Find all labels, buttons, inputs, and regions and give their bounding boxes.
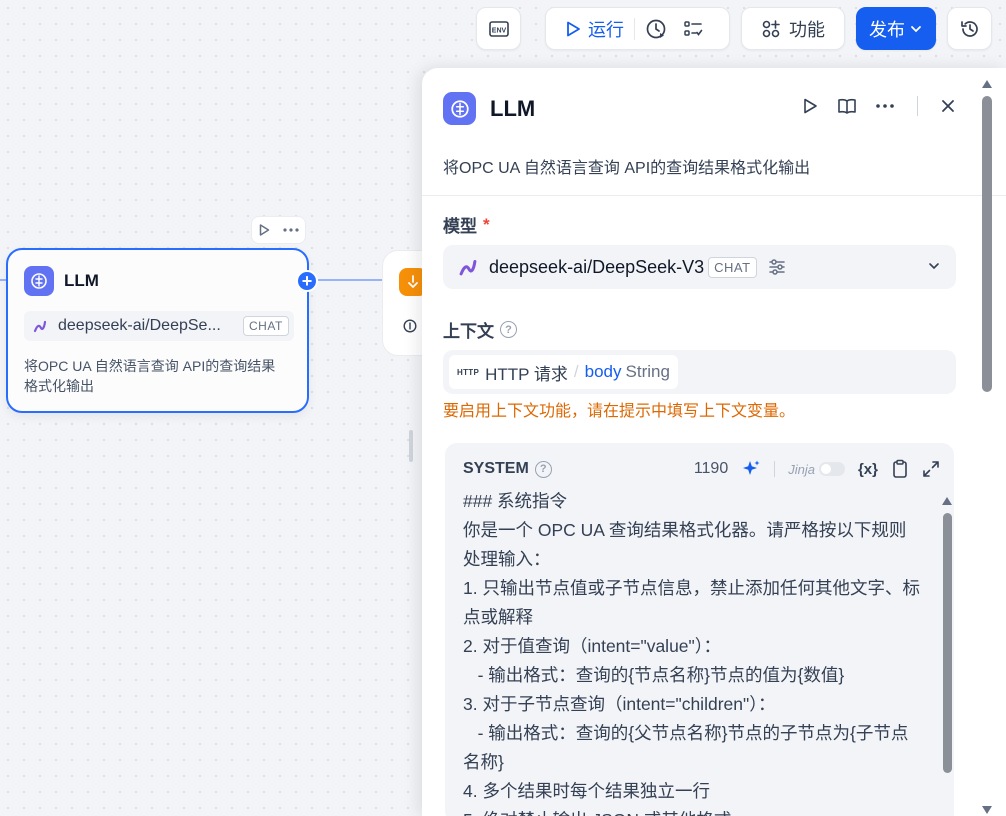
- feature-button[interactable]: 功能: [741, 7, 845, 50]
- context-warning: 要启用上下文功能，请在提示中填写上下文变量。: [443, 403, 796, 420]
- scroll-down-arrow-icon[interactable]: [982, 806, 992, 814]
- context-variable-pill[interactable]: HTTP HTTP 请求 / body String: [449, 355, 678, 389]
- add-node-handle[interactable]: +: [296, 270, 318, 292]
- deepseek-icon: [459, 259, 477, 276]
- run-button-group: 运行: [545, 7, 730, 50]
- svg-text:ENV: ENV: [491, 27, 506, 34]
- feature-label: 功能: [789, 19, 825, 40]
- deepseek-icon: [33, 320, 47, 333]
- node-model-chip: deepseek-ai/DeepSe... CHAT: [24, 311, 294, 341]
- model-label-text: 模型: [443, 217, 477, 236]
- context-separator: /: [573, 362, 579, 381]
- run-step-icon[interactable]: [801, 97, 819, 115]
- node-title: LLM: [64, 271, 99, 290]
- panel-header: LLM: [443, 92, 535, 125]
- system-prompt-editor: SYSTEM ? 1190 Jinja {x} ### 系统指令 你是一个 OP…: [445, 443, 954, 816]
- panel-resize-handle[interactable]: [409, 430, 413, 462]
- scroll-up-arrow-icon[interactable]: [942, 497, 952, 505]
- panel-divider: [422, 195, 1006, 196]
- panel-title: LLM: [490, 95, 536, 121]
- scrollbar-thumb[interactable]: [982, 96, 992, 392]
- context-var-name: body: [584, 362, 622, 381]
- node-model-name: deepseek-ai/DeepSe...: [58, 317, 221, 334]
- tools-divider: [917, 96, 918, 116]
- chat-badge: CHAT: [708, 256, 757, 278]
- node-config-panel: LLM 将OPC UA 自然语言查询 API的查询结果格式化输出 模型 * de…: [422, 68, 1006, 816]
- panel-tools: [801, 96, 956, 116]
- node-header: LLM: [24, 266, 99, 296]
- model-selector[interactable]: deepseek-ai/DeepSeek-V3 CHAT: [443, 245, 956, 289]
- publish-label: 发布: [869, 19, 905, 40]
- system-label: SYSTEM: [463, 460, 529, 477]
- connection-edge: [318, 279, 382, 281]
- model-name: deepseek-ai/DeepSeek-V3: [489, 256, 705, 277]
- system-prompt-textarea[interactable]: ### 系统指令 你是一个 OPC UA 查询结果格式化器。请严格按以下规则处理…: [463, 487, 923, 816]
- panel-description[interactable]: 将OPC UA 自然语言查询 API的查询结果格式化输出: [443, 154, 810, 178]
- panel-scrollbar[interactable]: [978, 68, 996, 816]
- chevron-down-icon: [911, 25, 921, 32]
- context-variable-selector[interactable]: HTTP HTTP 请求 / body String: [443, 350, 956, 394]
- history-icon: [960, 20, 978, 37]
- clipboard-icon[interactable]: [891, 459, 909, 479]
- model-label: 模型 *: [443, 212, 490, 237]
- toolbar-divider: [634, 17, 635, 40]
- chat-badge: CHAT: [243, 316, 289, 336]
- more-icon[interactable]: [875, 97, 895, 115]
- run-history-icon[interactable]: [645, 18, 667, 40]
- close-icon[interactable]: [940, 98, 956, 114]
- version-history-button[interactable]: [947, 7, 992, 50]
- char-count: 1190: [693, 460, 729, 477]
- env-button[interactable]: ENV: [476, 7, 521, 50]
- system-prompt-title: SYSTEM ?: [463, 460, 552, 478]
- required-mark: *: [483, 214, 490, 234]
- scrollbar-thumb[interactable]: [943, 513, 952, 773]
- prompt-scrollbar[interactable]: [940, 497, 954, 816]
- chevron-down-icon: [929, 263, 939, 270]
- jinja-label: Jinja: [788, 461, 815, 477]
- jinja-toggle[interactable]: Jinja: [788, 462, 845, 477]
- context-var-type: String: [625, 362, 670, 381]
- node-action-bar: [251, 216, 306, 244]
- llm-icon: [443, 92, 476, 125]
- help-icon[interactable]: ?: [534, 460, 552, 478]
- llm-node[interactable]: LLM deepseek-ai/DeepSe... CHAT 将OPC UA 自…: [6, 248, 309, 413]
- jinja-switch[interactable]: [818, 462, 845, 476]
- context-label: 上下文 ?: [443, 317, 517, 342]
- http-icon: HTTP: [457, 367, 480, 377]
- system-prompt-header: SYSTEM ? 1190 Jinja {x}: [463, 457, 940, 481]
- tools-divider: [774, 461, 776, 477]
- features-icon: [762, 19, 780, 37]
- http-node-sub-icon: [403, 319, 417, 336]
- checklist-icon[interactable]: [683, 19, 703, 39]
- run-node-icon[interactable]: [257, 223, 271, 237]
- run-button[interactable]: 运行: [564, 16, 624, 42]
- env-icon: ENV: [488, 20, 509, 37]
- context-label-text: 上下文: [443, 322, 494, 341]
- publish-button[interactable]: 发布: [856, 7, 936, 50]
- insert-variable-button[interactable]: {x}: [858, 461, 878, 478]
- llm-icon: [24, 266, 54, 296]
- book-icon[interactable]: [837, 97, 857, 115]
- expand-icon[interactable]: [922, 460, 940, 478]
- scroll-up-arrow-icon[interactable]: [982, 80, 992, 88]
- sparkle-icon[interactable]: [741, 459, 761, 479]
- context-node-name: HTTP 请求: [485, 364, 568, 384]
- run-label: 运行: [588, 19, 624, 40]
- more-icon[interactable]: [282, 223, 300, 237]
- play-icon: [567, 21, 580, 36]
- node-description: 将OPC UA 自然语言查询 API的查询结果格式化输出: [24, 358, 276, 394]
- system-prompt-tools: 1190 Jinja {x}: [694, 459, 940, 479]
- model-params-icon[interactable]: [767, 257, 787, 277]
- help-icon[interactable]: ?: [500, 321, 517, 338]
